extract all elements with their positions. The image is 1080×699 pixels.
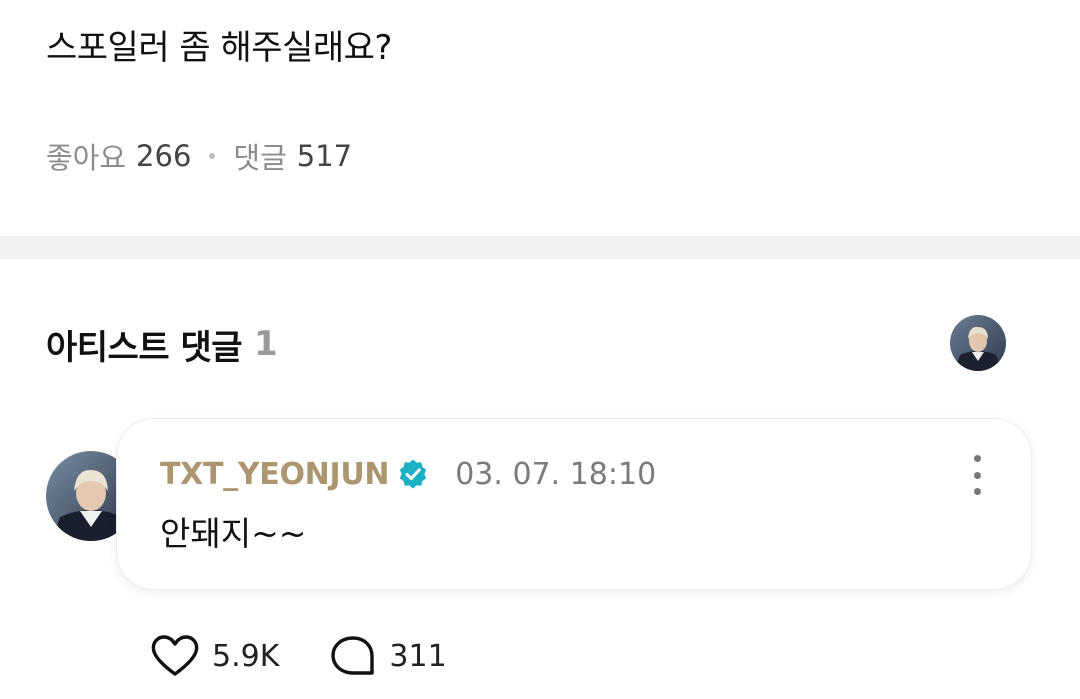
comment-header: TXT_YEONJUN 03. 07. 18:10 <box>160 452 656 496</box>
post-stats: 좋아요 266 댓글 517 <box>46 134 352 178</box>
comment-author[interactable]: TXT_YEONJUN <box>160 457 390 492</box>
comments-label: 댓글 <box>233 141 287 175</box>
artist-comment-card: TXT_YEONJUN 03. 07. 18:10 안돼지~~ <box>116 418 1032 590</box>
artist-comments-title: 아티스트 댓글 <box>46 327 243 368</box>
artist-comments-heading: 아티스트 댓글 1 <box>46 317 278 371</box>
section-divider <box>0 236 1080 259</box>
verified-badge-icon <box>400 459 427 489</box>
artist-comments-count: 1 <box>254 324 278 364</box>
artist-avatar-small[interactable] <box>950 315 1006 371</box>
comment-actions: 5.9K 311 <box>150 632 447 680</box>
comment-text: 안돼지~~ <box>160 514 307 553</box>
reply-count: 311 <box>389 638 447 674</box>
like-button[interactable]: 5.9K <box>150 634 279 678</box>
speech-bubble-icon <box>331 636 375 675</box>
heart-icon <box>151 635 199 676</box>
post-page: 스포일러 좀 해주실래요? 좋아요 266 댓글 517 아티스트 댓글 1 T… <box>0 0 1080 699</box>
likes-label: 좋아요 <box>46 141 127 175</box>
likes-count: 266 <box>136 139 192 173</box>
separator-dot <box>209 153 216 159</box>
comments-count: 517 <box>296 139 353 173</box>
post-question: 스포일러 좀 해주실래요? <box>46 28 392 68</box>
more-vertical-icon[interactable] <box>969 455 985 495</box>
reply-button[interactable]: 311 <box>329 634 447 678</box>
like-count: 5.9K <box>212 638 280 674</box>
comment-timestamp: 03. 07. 18:10 <box>455 456 657 492</box>
